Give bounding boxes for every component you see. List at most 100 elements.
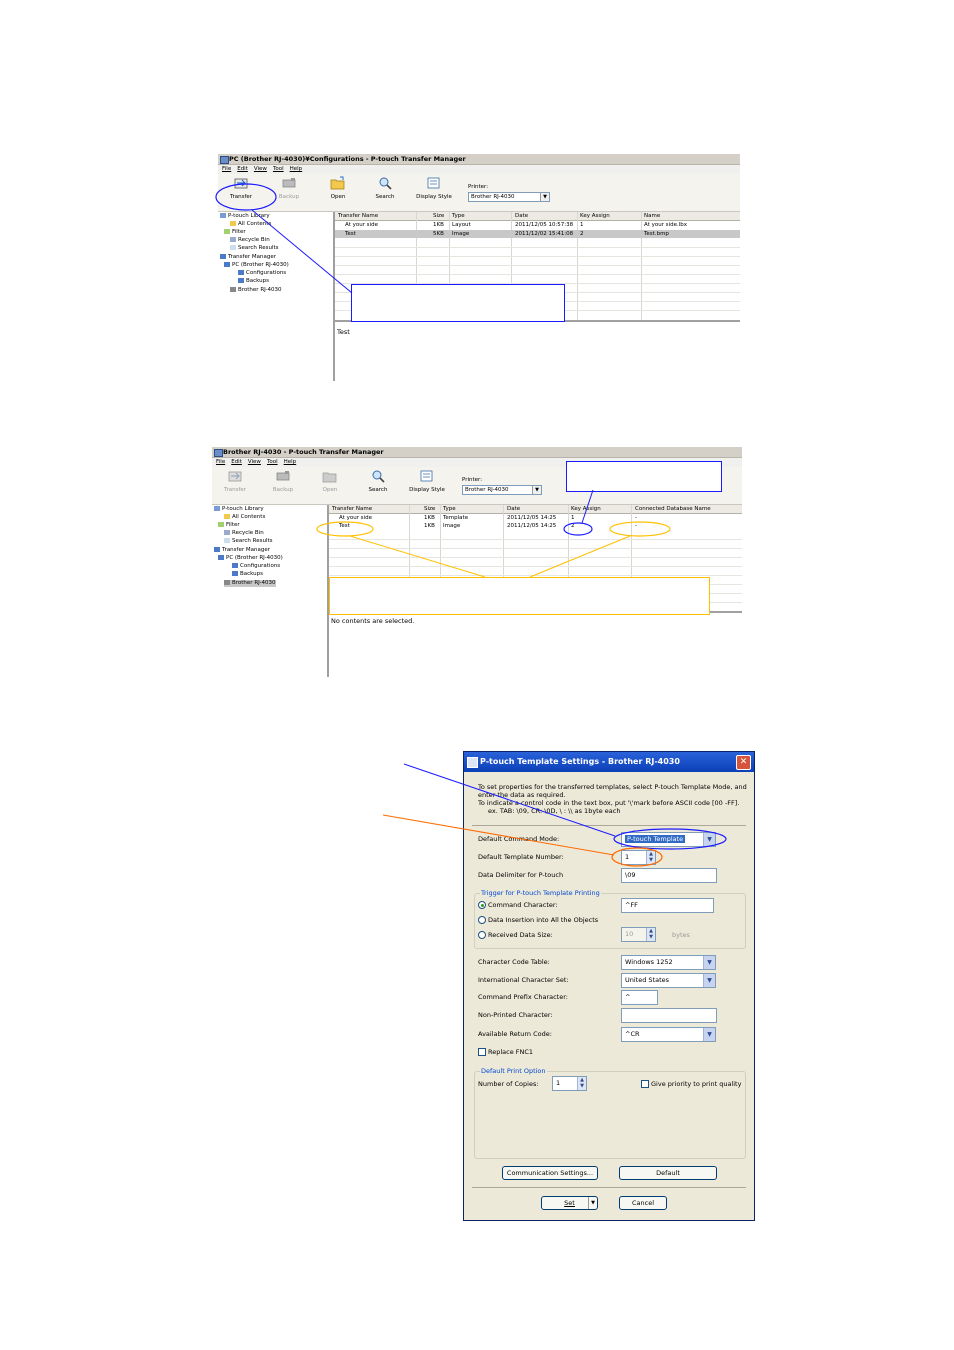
- open-button[interactable]: Open: [320, 176, 356, 200]
- list-header: Transfer Name Size Type Date Key Assign …: [335, 212, 740, 221]
- col-db-name[interactable]: Connected Database Name: [635, 505, 711, 513]
- spin-arrows-icon[interactable]: ▲ ▼: [577, 1077, 586, 1090]
- spin-arrows-icon[interactable]: ▲ ▼: [646, 851, 655, 864]
- col-key-assign[interactable]: Key Assign: [571, 505, 601, 513]
- tree-printer[interactable]: Brother RJ-4030: [224, 580, 276, 587]
- tpl-num-stepper[interactable]: 1 ▲ ▼: [621, 850, 656, 865]
- list-header: Transfer Name Size Type Date Key Assign …: [329, 505, 742, 514]
- display-style-label: Display Style: [416, 194, 452, 200]
- set-button[interactable]: Set ▼: [541, 1196, 598, 1210]
- intro-text: ex. TAB: \09, CR: \0D, \ : \\ as 1byte e…: [488, 807, 621, 815]
- search-button[interactable]: Search: [367, 176, 403, 200]
- menu-view[interactable]: View: [254, 166, 267, 172]
- copies-stepper[interactable]: 1 ▲ ▼: [552, 1076, 587, 1091]
- dialog-title: P-touch Template Settings - Brother RJ-4…: [480, 757, 680, 766]
- spin-arrows-icon[interactable]: ▲ ▼: [646, 928, 655, 941]
- nonprint-input[interactable]: [621, 1008, 717, 1023]
- col-size[interactable]: Size: [433, 212, 444, 220]
- search-button[interactable]: Search: [360, 469, 396, 493]
- row-db: -: [635, 523, 637, 529]
- tree-filter[interactable]: Filter: [224, 229, 246, 236]
- menu-file[interactable]: File: [222, 166, 231, 172]
- intl-select[interactable]: United States ▼: [621, 973, 716, 988]
- tree-recycle-bin[interactable]: Recycle Bin: [224, 530, 264, 537]
- communication-settings-button[interactable]: Communication Settings...: [502, 1166, 598, 1180]
- table-row[interactable]: Test 5KB Image 2011/12/02 15:41:08 2 Tes…: [335, 230, 740, 238]
- tree-all-contents[interactable]: All Contents: [230, 221, 271, 228]
- prefix-label: Command Prefix Character:: [478, 993, 568, 1001]
- tree-transfer-manager[interactable]: Transfer Manager: [214, 547, 270, 554]
- tree-search-results[interactable]: Search Results: [230, 245, 279, 252]
- replace-fnc1-checkbox[interactable]: Replace FNC1: [478, 1048, 533, 1056]
- menu-tool[interactable]: Tool: [273, 166, 284, 172]
- backup-button[interactable]: Backup: [265, 469, 301, 493]
- col-name[interactable]: Name: [644, 212, 660, 220]
- menu-edit[interactable]: Edit: [237, 166, 248, 172]
- trig-cmd-radio[interactable]: Command Character:: [478, 901, 558, 909]
- tree-search-results[interactable]: Search Results: [224, 538, 273, 545]
- trig-size-stepper[interactable]: 10 ▲ ▼: [621, 927, 656, 942]
- col-transfer-name[interactable]: Transfer Name: [338, 212, 378, 220]
- tree-transfer-manager[interactable]: Transfer Manager: [220, 254, 276, 261]
- row-file: Test.bmp: [644, 231, 669, 237]
- charset-select[interactable]: Windows 1252 ▼: [621, 955, 716, 970]
- col-type[interactable]: Type: [452, 212, 465, 220]
- default-button[interactable]: Default: [619, 1166, 717, 1180]
- printer-value: Brother RJ-4030: [471, 194, 515, 200]
- display-style-button[interactable]: Display Style: [414, 176, 454, 200]
- col-date[interactable]: Date: [515, 212, 528, 220]
- col-type[interactable]: Type: [443, 505, 456, 513]
- cmd-mode-select[interactable]: P-touch Template ▼: [621, 832, 716, 847]
- tree-pc[interactable]: PC (Brother RJ-4030): [224, 262, 289, 269]
- intro-text: To set properties for the transferred te…: [478, 783, 747, 791]
- tree-all-contents[interactable]: All Contents: [224, 514, 265, 521]
- close-button[interactable]: ✕: [736, 755, 751, 770]
- tree-ptouch-library[interactable]: P-touch Library: [214, 506, 264, 513]
- prefix-input[interactable]: ^: [621, 990, 658, 1005]
- printer-label: Printer:: [462, 477, 483, 483]
- printer-select[interactable]: Brother RJ-4030 ▼: [462, 485, 542, 495]
- table-row[interactable]: Test 1KB Image 2011/12/05 14:25 2 -: [329, 522, 742, 530]
- trig-size-value: 10: [625, 930, 634, 938]
- transfer-button[interactable]: Transfer: [217, 469, 253, 493]
- tree-pc[interactable]: PC (Brother RJ-4030): [218, 555, 283, 562]
- tree-backups[interactable]: Backups: [238, 278, 269, 285]
- backup-button[interactable]: Backup: [271, 176, 307, 200]
- menu-tool[interactable]: Tool: [267, 459, 278, 465]
- col-size[interactable]: Size: [424, 505, 435, 513]
- trig-size-radio[interactable]: Received Data Size:: [478, 931, 553, 939]
- menu-help[interactable]: Help: [290, 166, 303, 172]
- trig-cmd-input[interactable]: ^FF: [621, 898, 714, 913]
- col-date[interactable]: Date: [507, 505, 520, 513]
- menu-edit[interactable]: Edit: [231, 459, 242, 465]
- col-key-assign[interactable]: Key Assign: [580, 212, 610, 220]
- return-select[interactable]: ^CR ▼: [621, 1027, 716, 1042]
- menu-file[interactable]: File: [216, 459, 225, 465]
- tree-backups[interactable]: Backups: [232, 571, 263, 578]
- priority-checkbox[interactable]: Give priority to print quality: [641, 1080, 741, 1088]
- chevron-down-icon: ▼: [703, 974, 715, 987]
- prefix-value: ^: [625, 993, 631, 1001]
- delim-input[interactable]: \09: [621, 868, 717, 883]
- display-style-button[interactable]: Display Style: [407, 469, 447, 493]
- open-button[interactable]: Open: [312, 469, 348, 493]
- tree-ptouch-library[interactable]: P-touch Library: [220, 213, 270, 220]
- printer-select[interactable]: Brother RJ-4030 ▼: [468, 192, 550, 202]
- tree-configurations[interactable]: Configurations: [232, 563, 280, 570]
- cancel-button[interactable]: Cancel: [619, 1196, 667, 1210]
- table-row[interactable]: At your side 1KB Template 2011/12/05 14:…: [329, 514, 742, 522]
- transfer-button[interactable]: Transfer: [223, 176, 259, 200]
- menu-help[interactable]: Help: [284, 459, 297, 465]
- col-transfer-name[interactable]: Transfer Name: [332, 505, 372, 513]
- charset-value: Windows 1252: [625, 958, 673, 966]
- menu-view[interactable]: View: [248, 459, 261, 465]
- table-row[interactable]: At your side 1KB Layout 2011/12/05 10:57…: [335, 221, 740, 229]
- window-title: Brother RJ-4030 - P-touch Transfer Manag…: [223, 448, 384, 456]
- tree-configurations[interactable]: Configurations: [238, 270, 286, 277]
- tree-filter[interactable]: Filter: [218, 522, 240, 529]
- row-date: 2011/12/05 14:25: [507, 515, 557, 521]
- folder-tree: P-touch Library All Contents Filter Recy…: [218, 212, 335, 381]
- tree-recycle-bin[interactable]: Recycle Bin: [230, 237, 270, 244]
- tree-printer[interactable]: Brother RJ-4030: [230, 287, 282, 294]
- trig-insert-radio[interactable]: Data Insertion into All the Objects: [478, 916, 598, 924]
